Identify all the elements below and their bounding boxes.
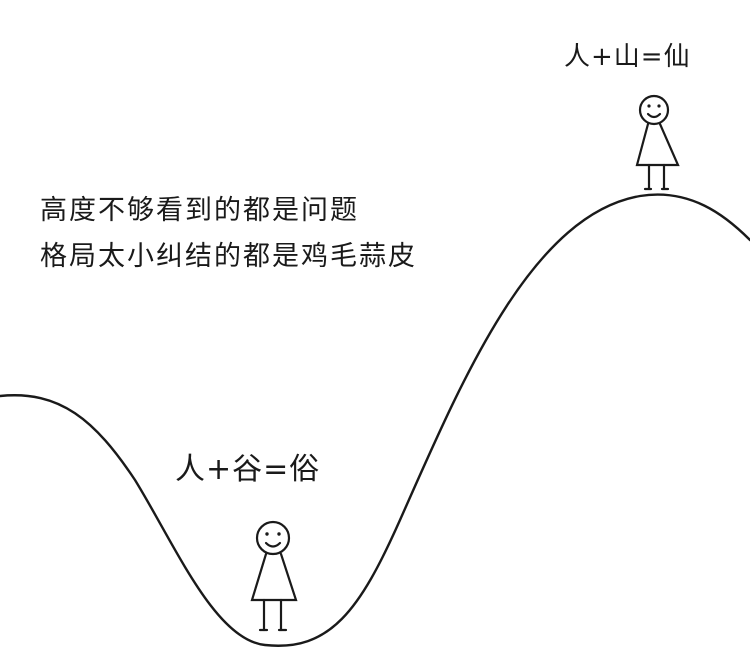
equation-valley: 人+谷=俗 (175, 452, 321, 487)
figure-dress-bottom (250, 552, 298, 602)
figure-head-bottom (255, 520, 291, 556)
equation-mountain: 人+山=仙 (564, 42, 691, 72)
quote-text: 高度不够看到的都是问题 格局太小纠结的都是鸡毛蒜皮 (40, 188, 417, 280)
figure-dress-top (635, 122, 680, 167)
figure-head-top (638, 94, 670, 126)
quote-line-2: 格局太小纠结的都是鸡毛蒜皮 (40, 241, 417, 272)
quote-line-1: 高度不够看到的都是问题 (40, 195, 359, 226)
stick-figure-top (635, 94, 680, 191)
stick-figure-bottom (250, 520, 298, 632)
mountain-valley-drawing (0, 94, 750, 647)
